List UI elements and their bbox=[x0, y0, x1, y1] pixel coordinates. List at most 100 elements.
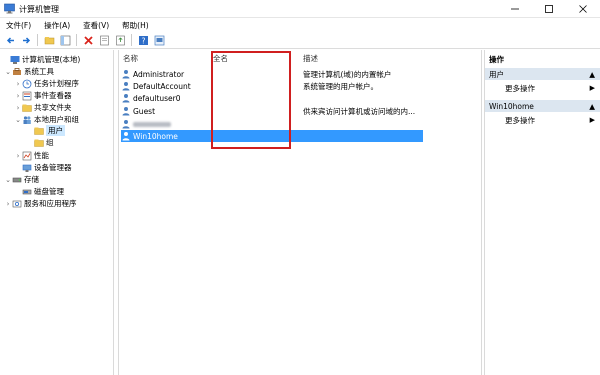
user-icon bbox=[122, 70, 130, 79]
chevron-down-icon[interactable]: ⌄ bbox=[4, 68, 12, 76]
chevron-right-icon: ▶ bbox=[589, 116, 595, 124]
forward-button[interactable] bbox=[19, 33, 33, 47]
chevron-right-icon[interactable]: › bbox=[14, 104, 22, 112]
tree-label: 事件查看器 bbox=[34, 91, 72, 100]
export-icon bbox=[115, 35, 125, 45]
toolbar-separator bbox=[76, 34, 77, 46]
console-button[interactable] bbox=[152, 33, 166, 47]
tree-item-services-apps[interactable]: › 服务和应用程序 bbox=[4, 198, 77, 209]
user-description: 管理计算机(域)的内置帐户 bbox=[303, 70, 392, 79]
menu-action[interactable]: 操作(A) bbox=[44, 20, 70, 31]
tree-item-performance[interactable]: › 性能 bbox=[14, 150, 49, 161]
tree-item-task-scheduler[interactable]: › 任务计划程序 bbox=[14, 78, 79, 89]
collapse-arrow-icon[interactable]: ▲ bbox=[589, 102, 595, 111]
tree-item-groups[interactable]: 组 bbox=[26, 137, 54, 148]
chevron-right-icon[interactable]: › bbox=[14, 152, 22, 160]
tree-item-storage[interactable]: ⌄ 存储 bbox=[4, 174, 39, 185]
user-name: Win10home bbox=[133, 131, 178, 141]
menu-help[interactable]: 帮助(H) bbox=[122, 20, 149, 31]
toolbar-separator bbox=[131, 34, 132, 46]
tree-item-disk-management[interactable]: 磁盘管理 bbox=[22, 186, 64, 197]
chevron-right-icon[interactable]: › bbox=[14, 92, 22, 100]
highlight-annotation-box bbox=[211, 51, 291, 149]
action-label: 更多操作 bbox=[505, 83, 535, 93]
chevron-right-icon[interactable]: › bbox=[4, 200, 12, 208]
services-icon bbox=[12, 200, 22, 207]
user-name: Guest bbox=[133, 106, 156, 116]
show-tree-icon bbox=[60, 35, 70, 45]
maximize-icon bbox=[545, 5, 553, 13]
chevron-right-icon[interactable]: › bbox=[14, 80, 22, 88]
tree-item-root[interactable]: 计算机管理(本地) bbox=[2, 54, 80, 65]
user-icon bbox=[122, 107, 130, 116]
tree-item-shared-folders[interactable]: › 共享文件夹 bbox=[14, 102, 72, 113]
section-label: Win10home bbox=[489, 101, 534, 111]
tree-item-system-tools[interactable]: ⌄ 系统工具 bbox=[4, 66, 54, 77]
shared-folder-icon bbox=[22, 104, 32, 112]
properties-icon bbox=[99, 35, 109, 45]
tree-item-device-manager[interactable]: 设备管理器 bbox=[22, 162, 72, 173]
actions-title-label: 操作 bbox=[489, 54, 504, 64]
folder-icon bbox=[34, 127, 44, 135]
svg-text:?: ? bbox=[141, 36, 145, 45]
user-icon bbox=[122, 120, 130, 129]
chevron-down-icon[interactable]: ⌄ bbox=[14, 116, 22, 124]
user-description: 供来宾访问计算机或访问域的内... bbox=[303, 107, 416, 116]
tree-item-users[interactable]: 用户 bbox=[26, 125, 65, 136]
actions-title: 操作 bbox=[485, 53, 600, 65]
tree-label: 共享文件夹 bbox=[34, 103, 72, 112]
tools-icon bbox=[13, 67, 21, 75]
users-group-icon bbox=[23, 115, 31, 124]
minimize-icon bbox=[511, 8, 519, 10]
chevron-down-icon[interactable]: ⌄ bbox=[4, 176, 12, 184]
menu-view[interactable]: 查看(V) bbox=[83, 20, 109, 31]
column-header-description[interactable]: 描述 bbox=[303, 53, 318, 65]
title-bar: 计算机管理 bbox=[0, 0, 600, 18]
toolbar: ? bbox=[0, 32, 600, 49]
chevron-none bbox=[26, 139, 34, 147]
actions-pane: 操作 用户 ▲ 更多操作 ▶ Win10home ▲ 更多操作 ▶ bbox=[484, 50, 600, 375]
minimize-button[interactable] bbox=[498, 0, 532, 18]
export-button[interactable] bbox=[113, 33, 127, 47]
tree-item-event-viewer[interactable]: › 事件查看器 bbox=[14, 90, 72, 101]
user-list: 名称 全名 描述 Administrator 管理计算机(域)的内置帐户 Def… bbox=[118, 50, 482, 375]
action-more-actions[interactable]: 更多操作 ▶ bbox=[485, 114, 600, 126]
device-manager-icon bbox=[22, 164, 32, 172]
actions-section-win10home[interactable]: Win10home ▲ bbox=[485, 100, 600, 112]
tree-label: 服务和应用程序 bbox=[24, 199, 77, 208]
tree-label: 磁盘管理 bbox=[34, 187, 64, 196]
section-label: 用户 bbox=[489, 69, 504, 79]
help-button[interactable]: ? bbox=[136, 33, 150, 47]
clock-icon bbox=[22, 79, 32, 88]
computer-management-icon bbox=[4, 3, 15, 14]
tree-label: 组 bbox=[46, 138, 54, 147]
close-button[interactable] bbox=[566, 0, 600, 18]
disk-icon bbox=[22, 189, 32, 194]
storage-icon bbox=[12, 177, 22, 182]
actions-section-users[interactable]: 用户 ▲ bbox=[485, 68, 600, 80]
tree-label: 用户 bbox=[46, 125, 65, 136]
up-folder-icon bbox=[44, 36, 54, 44]
tree-label: 任务计划程序 bbox=[34, 79, 79, 88]
menu-file[interactable]: 文件(F) bbox=[6, 20, 31, 31]
maximize-button[interactable] bbox=[532, 0, 566, 18]
delete-icon bbox=[83, 35, 93, 45]
collapse-arrow-icon[interactable]: ▲ bbox=[589, 70, 595, 79]
column-header-name[interactable]: 名称 bbox=[123, 53, 138, 65]
window-title: 计算机管理 bbox=[19, 5, 59, 14]
folder-icon bbox=[34, 139, 44, 147]
up-folder-button[interactable] bbox=[42, 33, 56, 47]
user-icon bbox=[122, 132, 130, 141]
user-name: defaultuser0 bbox=[133, 93, 181, 103]
action-more-actions[interactable]: 更多操作 ▶ bbox=[485, 82, 600, 94]
user-icon bbox=[122, 82, 130, 91]
user-name: Administrator bbox=[133, 69, 185, 79]
forward-icon bbox=[22, 36, 30, 44]
back-button[interactable] bbox=[3, 33, 17, 47]
tree-label: 存储 bbox=[24, 175, 39, 184]
show-tree-button[interactable] bbox=[58, 33, 72, 47]
tree-item-local-users-groups[interactable]: ⌄ 本地用户和组 bbox=[14, 114, 79, 125]
user-icon bbox=[122, 94, 130, 103]
properties-button[interactable] bbox=[97, 33, 111, 47]
delete-button[interactable] bbox=[81, 33, 95, 47]
